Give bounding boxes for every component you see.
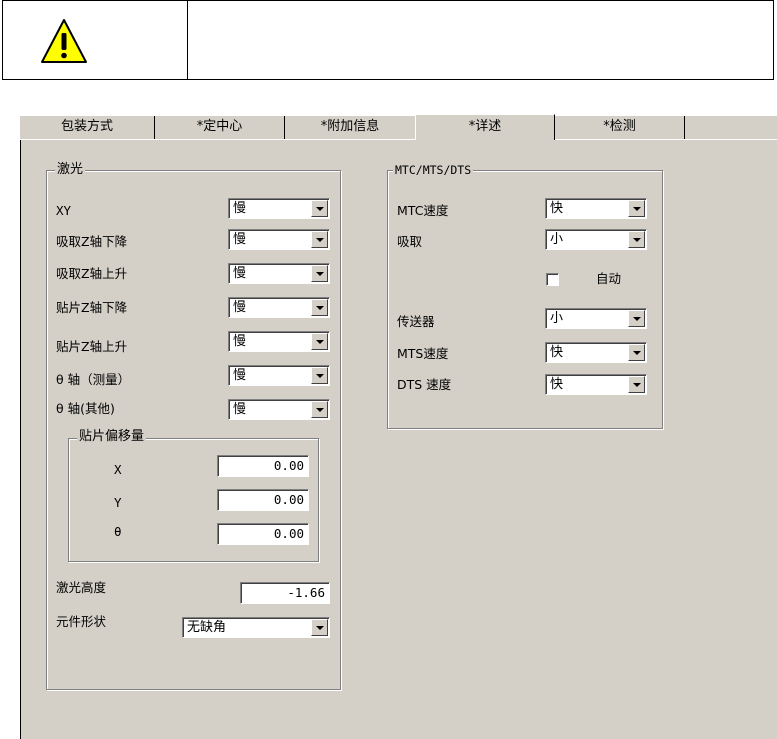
- mount-z-up-value: 慢: [233, 334, 247, 349]
- theta-measure-label: θ 轴（测量）: [56, 372, 131, 387]
- auto-label: 自动: [596, 271, 622, 286]
- offset-theta-field[interactable]: 0.00: [217, 523, 309, 545]
- dropdown-button[interactable]: [311, 367, 328, 384]
- tab-strip: 包装方式 *定中心 *附加信息 *详述 *检测: [20, 114, 777, 140]
- dropdown-button[interactable]: [628, 376, 645, 393]
- chevron-down-icon: [316, 306, 324, 310]
- auto-checkbox[interactable]: [546, 273, 559, 286]
- mts-speed-value: 快: [550, 345, 564, 360]
- dts-speed-value: 快: [550, 377, 564, 392]
- mtc-speed-select[interactable]: 快: [545, 198, 647, 219]
- theta-other-value: 慢: [233, 402, 247, 417]
- conveyor-label: 传送器: [397, 314, 435, 329]
- offset-x-field[interactable]: 0.00: [217, 455, 309, 477]
- xy-speed-select[interactable]: 慢: [228, 198, 330, 219]
- chevron-down-icon: [633, 317, 641, 321]
- chevron-down-icon: [316, 272, 324, 276]
- theta-other-select[interactable]: 慢: [228, 399, 330, 420]
- laser-group-title: 激光: [55, 162, 86, 177]
- mount-z-up-label: 贴片Z轴上升: [56, 339, 128, 354]
- chevron-down-icon: [316, 340, 324, 344]
- chevron-down-icon: [316, 207, 324, 211]
- pickup-z-up-value: 慢: [233, 266, 247, 281]
- theta-measure-select[interactable]: 慢: [228, 365, 330, 386]
- offset-theta-label: θ: [114, 524, 122, 539]
- chevron-down-icon: [316, 374, 324, 378]
- dts-speed-select[interactable]: 快: [545, 374, 647, 395]
- pickup-z-down-label: 吸取Z轴下降: [56, 234, 128, 249]
- dropdown-button[interactable]: [311, 265, 328, 282]
- laser-height-label: 激光高度: [56, 580, 107, 595]
- xy-label: XY: [56, 203, 72, 218]
- conveyor-value: 小: [550, 311, 564, 326]
- theta-other-label: θ 轴(其他): [56, 401, 115, 416]
- laser-height-field[interactable]: -1.66: [240, 582, 330, 604]
- dropdown-button[interactable]: [311, 299, 328, 316]
- warning-box: [2, 0, 774, 80]
- dropdown-button[interactable]: [628, 231, 645, 248]
- tab-baseline: [20, 139, 415, 140]
- pickup-z-up-label: 吸取Z轴上升: [56, 266, 128, 281]
- chevron-down-icon: [316, 408, 324, 412]
- chevron-down-icon: [633, 207, 641, 211]
- tab-centering[interactable]: *定中心: [155, 116, 285, 139]
- tab-details[interactable]: *详述: [415, 114, 555, 140]
- dropdown-button[interactable]: [311, 333, 328, 350]
- component-shape-value: 无缺角: [187, 620, 227, 635]
- mount-z-down-label: 贴片Z轴下降: [56, 300, 128, 315]
- pickup-value: 小: [550, 232, 564, 247]
- mts-speed-select[interactable]: 快: [545, 342, 647, 363]
- tab-baseline-right: [555, 139, 777, 140]
- warning-divider: [187, 1, 188, 79]
- theta-measure-value: 慢: [233, 368, 247, 383]
- mount-z-up-select[interactable]: 慢: [228, 331, 330, 352]
- dts-speed-label: DTS 速度: [397, 377, 452, 392]
- offset-x-label: X: [114, 462, 122, 477]
- chevron-down-icon: [633, 383, 641, 387]
- mount-z-down-value: 慢: [233, 300, 247, 315]
- conveyor-select[interactable]: 小: [545, 308, 647, 329]
- component-shape-select[interactable]: 无缺角: [182, 617, 330, 638]
- dropdown-button[interactable]: [311, 619, 328, 636]
- tab-additional-info[interactable]: *附加信息: [285, 116, 415, 139]
- dropdown-button[interactable]: [311, 401, 328, 418]
- mtc-group-title: MTC/MTS/DTS: [393, 163, 474, 177]
- pickup-z-down-value: 慢: [233, 232, 247, 247]
- dropdown-button[interactable]: [628, 344, 645, 361]
- pickup-z-up-select[interactable]: 慢: [228, 263, 330, 284]
- dropdown-button[interactable]: [628, 310, 645, 327]
- tab-inspection[interactable]: *检测: [555, 116, 685, 139]
- chevron-down-icon: [316, 626, 324, 630]
- chevron-down-icon: [633, 351, 641, 355]
- dropdown-button[interactable]: [311, 231, 328, 248]
- mtc-speed-label: MTC速度: [397, 203, 449, 218]
- dropdown-button[interactable]: [311, 200, 328, 217]
- pickup-select[interactable]: 小: [545, 229, 647, 250]
- chevron-down-icon: [316, 238, 324, 242]
- xy-speed-value: 慢: [233, 201, 247, 216]
- offset-y-field[interactable]: 0.00: [217, 489, 309, 511]
- chevron-down-icon: [633, 238, 641, 242]
- mts-speed-label: MTS速度: [397, 346, 449, 361]
- mount-z-down-select[interactable]: 慢: [228, 297, 330, 318]
- pickup-label: 吸取: [397, 234, 423, 249]
- warning-icon: [41, 19, 87, 63]
- shape-label: 元件形状: [56, 614, 107, 629]
- offset-y-label: Y: [114, 495, 122, 510]
- mount-offset-title: 贴片偏移量: [77, 429, 147, 444]
- dropdown-button[interactable]: [628, 200, 645, 217]
- pickup-z-down-select[interactable]: 慢: [228, 229, 330, 250]
- tab-packaging[interactable]: 包装方式: [20, 116, 155, 139]
- mtc-speed-value: 快: [550, 201, 564, 216]
